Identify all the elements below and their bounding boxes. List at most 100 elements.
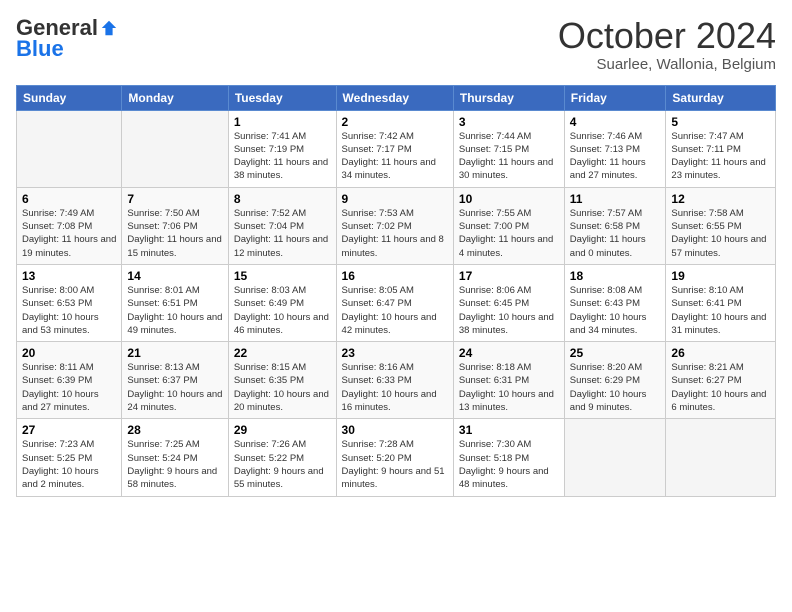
day-cell: 19Sunrise: 8:10 AMSunset: 6:41 PMDayligh… xyxy=(666,264,776,341)
day-number: 28 xyxy=(127,423,222,437)
day-number: 10 xyxy=(459,192,559,206)
day-number: 1 xyxy=(234,115,331,129)
day-cell: 26Sunrise: 8:21 AMSunset: 6:27 PMDayligh… xyxy=(666,342,776,419)
day-cell: 2Sunrise: 7:42 AMSunset: 7:17 PMDaylight… xyxy=(336,110,453,187)
day-info: Sunrise: 7:57 AMSunset: 6:58 PMDaylight:… xyxy=(570,207,661,260)
day-cell: 23Sunrise: 8:16 AMSunset: 6:33 PMDayligh… xyxy=(336,342,453,419)
day-number: 27 xyxy=(22,423,116,437)
day-info: Sunrise: 7:26 AMSunset: 5:22 PMDaylight:… xyxy=(234,438,331,491)
day-info: Sunrise: 7:42 AMSunset: 7:17 PMDaylight:… xyxy=(342,130,448,183)
day-info: Sunrise: 7:28 AMSunset: 5:20 PMDaylight:… xyxy=(342,438,448,491)
month-title: October 2024 xyxy=(558,16,776,56)
day-info: Sunrise: 7:47 AMSunset: 7:11 PMDaylight:… xyxy=(671,130,770,183)
logo-blue: Blue xyxy=(16,36,64,61)
day-cell: 15Sunrise: 8:03 AMSunset: 6:49 PMDayligh… xyxy=(228,264,336,341)
day-info: Sunrise: 8:01 AMSunset: 6:51 PMDaylight:… xyxy=(127,284,222,337)
day-info: Sunrise: 8:13 AMSunset: 6:37 PMDaylight:… xyxy=(127,361,222,414)
day-cell: 4Sunrise: 7:46 AMSunset: 7:13 PMDaylight… xyxy=(564,110,666,187)
day-cell: 12Sunrise: 7:58 AMSunset: 6:55 PMDayligh… xyxy=(666,187,776,264)
day-cell: 22Sunrise: 8:15 AMSunset: 6:35 PMDayligh… xyxy=(228,342,336,419)
calendar-table: SundayMondayTuesdayWednesdayThursdayFrid… xyxy=(16,85,776,497)
day-info: Sunrise: 7:25 AMSunset: 5:24 PMDaylight:… xyxy=(127,438,222,491)
col-header-monday: Monday xyxy=(122,85,228,110)
day-number: 18 xyxy=(570,269,661,283)
day-cell: 29Sunrise: 7:26 AMSunset: 5:22 PMDayligh… xyxy=(228,419,336,496)
day-info: Sunrise: 8:06 AMSunset: 6:45 PMDaylight:… xyxy=(459,284,559,337)
week-row-3: 13Sunrise: 8:00 AMSunset: 6:53 PMDayligh… xyxy=(17,264,776,341)
header-row: SundayMondayTuesdayWednesdayThursdayFrid… xyxy=(17,85,776,110)
day-number: 11 xyxy=(570,192,661,206)
day-cell: 30Sunrise: 7:28 AMSunset: 5:20 PMDayligh… xyxy=(336,419,453,496)
day-number: 7 xyxy=(127,192,222,206)
day-cell: 9Sunrise: 7:53 AMSunset: 7:02 PMDaylight… xyxy=(336,187,453,264)
day-cell: 14Sunrise: 8:01 AMSunset: 6:51 PMDayligh… xyxy=(122,264,228,341)
day-cell xyxy=(666,419,776,496)
day-cell: 6Sunrise: 7:49 AMSunset: 7:08 PMDaylight… xyxy=(17,187,122,264)
day-number: 30 xyxy=(342,423,448,437)
col-header-wednesday: Wednesday xyxy=(336,85,453,110)
subtitle: Suarlee, Wallonia, Belgium xyxy=(558,56,776,73)
day-info: Sunrise: 7:49 AMSunset: 7:08 PMDaylight:… xyxy=(22,207,116,260)
day-number: 12 xyxy=(671,192,770,206)
day-cell xyxy=(564,419,666,496)
day-cell: 3Sunrise: 7:44 AMSunset: 7:15 PMDaylight… xyxy=(453,110,564,187)
day-cell: 31Sunrise: 7:30 AMSunset: 5:18 PMDayligh… xyxy=(453,419,564,496)
day-info: Sunrise: 8:10 AMSunset: 6:41 PMDaylight:… xyxy=(671,284,770,337)
day-cell: 7Sunrise: 7:50 AMSunset: 7:06 PMDaylight… xyxy=(122,187,228,264)
day-cell: 10Sunrise: 7:55 AMSunset: 7:00 PMDayligh… xyxy=(453,187,564,264)
day-info: Sunrise: 8:16 AMSunset: 6:33 PMDaylight:… xyxy=(342,361,448,414)
day-cell: 16Sunrise: 8:05 AMSunset: 6:47 PMDayligh… xyxy=(336,264,453,341)
day-info: Sunrise: 8:15 AMSunset: 6:35 PMDaylight:… xyxy=(234,361,331,414)
day-cell: 21Sunrise: 8:13 AMSunset: 6:37 PMDayligh… xyxy=(122,342,228,419)
day-info: Sunrise: 7:58 AMSunset: 6:55 PMDaylight:… xyxy=(671,207,770,260)
day-info: Sunrise: 7:55 AMSunset: 7:00 PMDaylight:… xyxy=(459,207,559,260)
day-number: 14 xyxy=(127,269,222,283)
day-info: Sunrise: 8:03 AMSunset: 6:49 PMDaylight:… xyxy=(234,284,331,337)
day-info: Sunrise: 7:53 AMSunset: 7:02 PMDaylight:… xyxy=(342,207,448,260)
day-number: 17 xyxy=(459,269,559,283)
day-info: Sunrise: 8:11 AMSunset: 6:39 PMDaylight:… xyxy=(22,361,116,414)
day-number: 5 xyxy=(671,115,770,129)
day-cell: 18Sunrise: 8:08 AMSunset: 6:43 PMDayligh… xyxy=(564,264,666,341)
day-number: 22 xyxy=(234,346,331,360)
col-header-sunday: Sunday xyxy=(17,85,122,110)
day-info: Sunrise: 7:52 AMSunset: 7:04 PMDaylight:… xyxy=(234,207,331,260)
day-number: 21 xyxy=(127,346,222,360)
logo-icon xyxy=(100,19,118,37)
day-info: Sunrise: 7:46 AMSunset: 7:13 PMDaylight:… xyxy=(570,130,661,183)
day-number: 25 xyxy=(570,346,661,360)
day-number: 24 xyxy=(459,346,559,360)
title-block: October 2024 Suarlee, Wallonia, Belgium xyxy=(558,16,776,73)
day-info: Sunrise: 8:18 AMSunset: 6:31 PMDaylight:… xyxy=(459,361,559,414)
day-number: 23 xyxy=(342,346,448,360)
week-row-1: 1Sunrise: 7:41 AMSunset: 7:19 PMDaylight… xyxy=(17,110,776,187)
day-info: Sunrise: 8:20 AMSunset: 6:29 PMDaylight:… xyxy=(570,361,661,414)
day-cell: 11Sunrise: 7:57 AMSunset: 6:58 PMDayligh… xyxy=(564,187,666,264)
day-info: Sunrise: 7:50 AMSunset: 7:06 PMDaylight:… xyxy=(127,207,222,260)
day-number: 3 xyxy=(459,115,559,129)
day-number: 26 xyxy=(671,346,770,360)
day-cell xyxy=(17,110,122,187)
week-row-2: 6Sunrise: 7:49 AMSunset: 7:08 PMDaylight… xyxy=(17,187,776,264)
col-header-friday: Friday xyxy=(564,85,666,110)
day-number: 16 xyxy=(342,269,448,283)
day-info: Sunrise: 7:23 AMSunset: 5:25 PMDaylight:… xyxy=(22,438,116,491)
day-info: Sunrise: 7:44 AMSunset: 7:15 PMDaylight:… xyxy=(459,130,559,183)
day-cell: 13Sunrise: 8:00 AMSunset: 6:53 PMDayligh… xyxy=(17,264,122,341)
day-number: 29 xyxy=(234,423,331,437)
day-cell: 17Sunrise: 8:06 AMSunset: 6:45 PMDayligh… xyxy=(453,264,564,341)
day-number: 15 xyxy=(234,269,331,283)
page-header: General Blue October 2024 Suarlee, Wallo… xyxy=(16,16,776,73)
day-number: 2 xyxy=(342,115,448,129)
day-cell: 1Sunrise: 7:41 AMSunset: 7:19 PMDaylight… xyxy=(228,110,336,187)
col-header-saturday: Saturday xyxy=(666,85,776,110)
day-cell: 28Sunrise: 7:25 AMSunset: 5:24 PMDayligh… xyxy=(122,419,228,496)
day-cell: 5Sunrise: 7:47 AMSunset: 7:11 PMDaylight… xyxy=(666,110,776,187)
day-cell: 20Sunrise: 8:11 AMSunset: 6:39 PMDayligh… xyxy=(17,342,122,419)
week-row-4: 20Sunrise: 8:11 AMSunset: 6:39 PMDayligh… xyxy=(17,342,776,419)
week-row-5: 27Sunrise: 7:23 AMSunset: 5:25 PMDayligh… xyxy=(17,419,776,496)
day-number: 4 xyxy=(570,115,661,129)
day-number: 31 xyxy=(459,423,559,437)
day-cell: 25Sunrise: 8:20 AMSunset: 6:29 PMDayligh… xyxy=(564,342,666,419)
day-info: Sunrise: 8:00 AMSunset: 6:53 PMDaylight:… xyxy=(22,284,116,337)
